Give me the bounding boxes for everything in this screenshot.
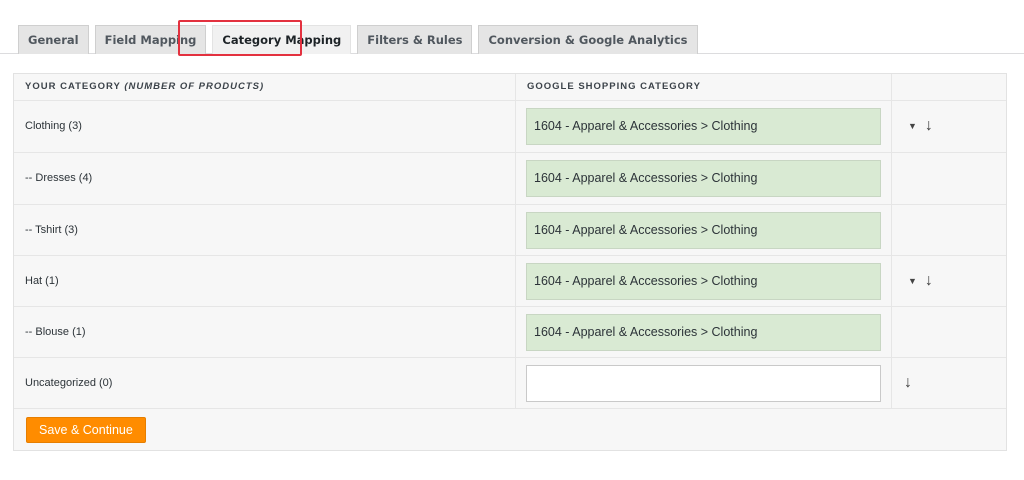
table-header: YOUR CATEGORY (NUMBER OF PRODUCTS) GOOGL… [14, 74, 1006, 101]
your-category-header: YOUR CATEGORY (NUMBER OF PRODUCTS) [14, 74, 516, 100]
settings-tabs: General Field Mapping Category Mapping F… [18, 25, 704, 54]
google-category-field[interactable]: 1604 - Apparel & Accessories > Clothing [526, 212, 881, 249]
category-label: -- Dresses (4) [14, 153, 516, 204]
google-category-field[interactable]: 1604 - Apparel & Accessories > Clothing [526, 108, 881, 145]
table-row: Hat (1) 1604 - Apparel & Accessories > C… [14, 256, 1006, 307]
category-label: -- Tshirt (3) [14, 205, 516, 255]
tab-conversion-analytics[interactable]: Conversion & Google Analytics [478, 25, 698, 54]
header-actions [892, 74, 1006, 100]
table-row: Clothing (3) 1604 - Apparel & Accessorie… [14, 101, 1006, 153]
tab-filters-rules[interactable]: Filters & Rules [357, 25, 473, 54]
category-label: Clothing (3) [14, 101, 516, 152]
tab-general[interactable]: General [18, 25, 89, 54]
category-mapping-panel: YOUR CATEGORY (NUMBER OF PRODUCTS) GOOGL… [13, 73, 1007, 451]
google-category-field[interactable]: 1604 - Apparel & Accessories > Clothing [526, 263, 881, 300]
table-row: -- Blouse (1) 1604 - Apparel & Accessori… [14, 307, 1006, 358]
save-continue-button[interactable]: Save & Continue [26, 417, 146, 443]
category-label: -- Blouse (1) [14, 307, 516, 357]
tab-field-mapping[interactable]: Field Mapping [94, 25, 207, 54]
category-label: Hat (1) [14, 256, 516, 306]
number-of-products-note: (NUMBER OF PRODUCTS) [124, 81, 265, 92]
google-category-field[interactable]: 1604 - Apparel & Accessories > Clothing [526, 314, 881, 351]
table-row: -- Tshirt (3) 1604 - Apparel & Accessori… [14, 205, 1006, 256]
caret-down-icon[interactable]: ▼ [908, 121, 917, 131]
google-category-field[interactable] [526, 365, 881, 402]
table-row: -- Dresses (4) 1604 - Apparel & Accessor… [14, 153, 1006, 205]
arrow-down-icon[interactable]: ↓ [925, 273, 933, 289]
google-category-header: GOOGLE SHOPPING CATEGORY [516, 74, 892, 100]
tab-category-mapping[interactable]: Category Mapping [212, 25, 352, 54]
category-label: Uncategorized (0) [14, 358, 516, 408]
arrow-down-icon[interactable]: ↓ [925, 118, 933, 134]
arrow-down-icon[interactable]: ↓ [904, 375, 912, 391]
google-category-field[interactable]: 1604 - Apparel & Accessories > Clothing [526, 160, 881, 197]
caret-down-icon[interactable]: ▼ [908, 276, 917, 286]
table-row: Uncategorized (0) ↓ [14, 358, 1006, 409]
